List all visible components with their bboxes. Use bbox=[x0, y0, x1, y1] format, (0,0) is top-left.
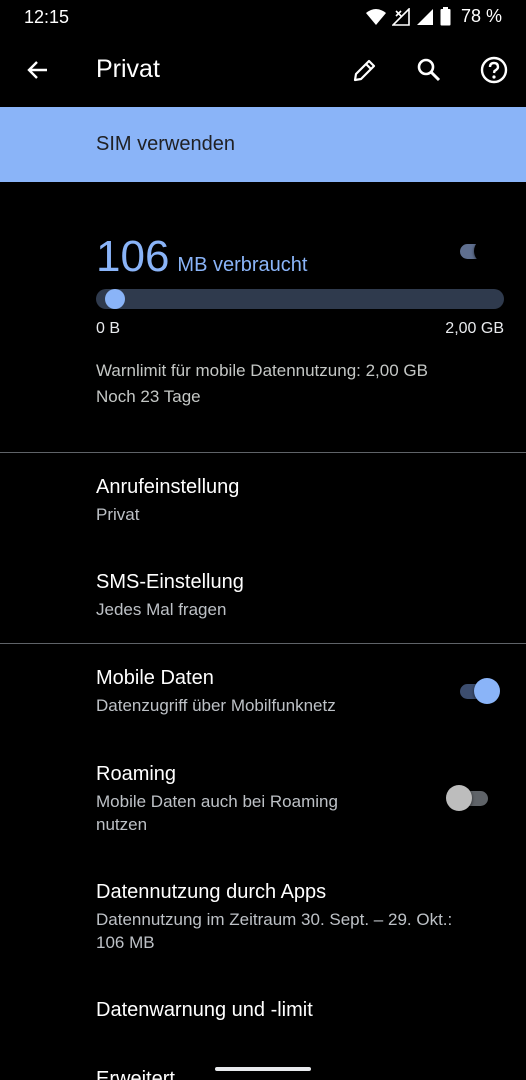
divider bbox=[0, 452, 526, 453]
usage-min-label: 0 B bbox=[96, 320, 121, 337]
status-time: 12:15 bbox=[24, 7, 70, 27]
call-settings-value: Privat bbox=[96, 505, 140, 524]
usage-max-label: 2,00 GB bbox=[445, 320, 504, 337]
roaming-switch[interactable] bbox=[446, 783, 492, 813]
edit-button[interactable] bbox=[345, 50, 385, 90]
roaming-title: Roaming bbox=[96, 763, 177, 785]
search-button[interactable] bbox=[409, 50, 449, 90]
usage-remaining-days: Noch 23 Tage bbox=[96, 387, 201, 406]
signal-x-icon bbox=[391, 7, 410, 26]
sim-use-label: SIM verwenden bbox=[96, 133, 235, 155]
page-title: Privat bbox=[96, 55, 160, 83]
back-arrow-icon bbox=[27, 61, 47, 79]
sms-settings-item[interactable]: SMS-Einstellung Jedes Mal fragen bbox=[0, 557, 526, 643]
data-warning-limit-item[interactable]: Datenwarnung und -limit bbox=[0, 986, 526, 1046]
app-data-usage-title: Datennutzung durch Apps bbox=[96, 881, 327, 903]
switch-thumb bbox=[474, 678, 500, 704]
divider bbox=[0, 643, 526, 644]
signal-icon bbox=[416, 8, 433, 25]
usage-progress-bar bbox=[96, 289, 504, 309]
usage-amount: 106 MB verbraucht bbox=[96, 232, 307, 282]
roaming-subtitle-line1: Mobile Daten auch bei Roaming bbox=[96, 792, 338, 811]
help-button[interactable] bbox=[474, 50, 514, 90]
mobile-data-title: Mobile Daten bbox=[96, 667, 214, 689]
call-settings-title: Anrufeinstellung bbox=[96, 476, 240, 498]
mobile-data-subtitle: Datenzugriff über Mobilfunknetz bbox=[96, 696, 336, 715]
search-icon bbox=[417, 58, 441, 82]
data-warning-limit-title: Datenwarnung und -limit bbox=[96, 999, 313, 1021]
sms-settings-value: Jedes Mal fragen bbox=[96, 600, 227, 619]
sms-settings-title: SMS-Einstellung bbox=[96, 571, 244, 593]
mobile-data-switch[interactable] bbox=[456, 676, 502, 706]
status-bar: 12:15 78 % bbox=[0, 0, 526, 34]
battery-percent: 78 % bbox=[460, 6, 502, 26]
sim-use-banner[interactable]: SIM verwenden bbox=[0, 107, 526, 264]
wifi-icon bbox=[365, 8, 386, 25]
call-settings-item[interactable]: Anrufeinstellung Privat bbox=[0, 462, 526, 548]
gesture-nav-handle[interactable] bbox=[215, 1067, 311, 1071]
app-data-usage-period: Datennutzung im Zeitraum 30. Sept. – 29.… bbox=[96, 910, 453, 929]
roaming-subtitle-line2: nutzen bbox=[96, 815, 148, 834]
status-icons: 78 % bbox=[365, 6, 502, 27]
usage-unit: MB verbraucht bbox=[177, 254, 308, 276]
help-icon bbox=[480, 56, 508, 84]
mobile-data-item[interactable]: Mobile Daten Datenzugriff über Mobilfunk… bbox=[0, 654, 526, 740]
usage-warning-text: Warnlimit für mobile Datennutzung: 2,00 … bbox=[96, 361, 428, 380]
usage-progress-indicator bbox=[105, 289, 125, 309]
roaming-item[interactable]: Roaming Mobile Daten auch bei Roaming nu… bbox=[0, 750, 526, 850]
data-usage-summary: 106 MB verbraucht 0 B 2,00 GB Warnlimit … bbox=[0, 182, 526, 452]
usage-number: 106 bbox=[96, 232, 170, 281]
back-button[interactable] bbox=[18, 50, 58, 90]
edit-pencil-icon bbox=[353, 59, 376, 82]
advanced-title: Erweitert bbox=[96, 1068, 175, 1080]
app-bar: Privat bbox=[0, 34, 526, 106]
app-data-usage-item[interactable]: Datennutzung durch Apps Datennutzung im … bbox=[0, 868, 526, 968]
battery-icon bbox=[440, 7, 451, 26]
app-data-usage-amount: 106 MB bbox=[96, 933, 155, 952]
switch-thumb bbox=[446, 785, 472, 811]
